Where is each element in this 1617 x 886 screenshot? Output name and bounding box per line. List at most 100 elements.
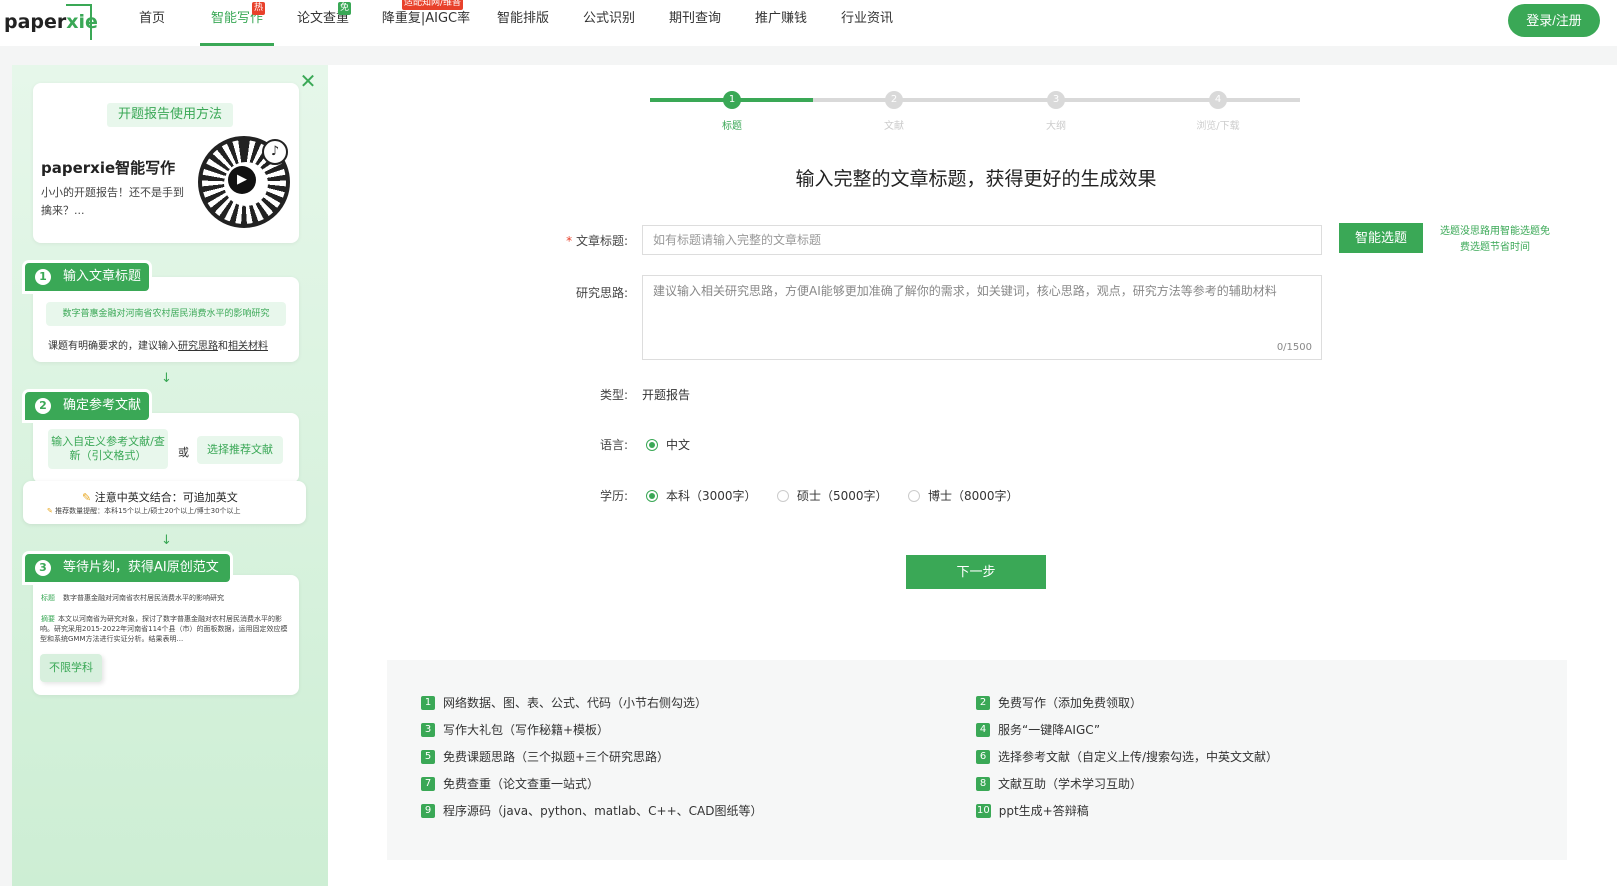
arrow-down-icon: ↓ <box>161 371 172 386</box>
title-input[interactable] <box>642 225 1322 255</box>
hot-badge: 热 <box>252 2 266 15</box>
benefit-item: 9 程序源码（java、python、matlab、C++、CAD图纸等） <box>421 802 763 819</box>
step-dot-4: 4 <box>1209 91 1227 109</box>
pencil-icon: ✎ <box>47 507 53 515</box>
benefit-item: 5 免费课题思路（三个拟题+三个研究思路） <box>421 748 669 765</box>
research-idea-textarea[interactable] <box>642 275 1322 360</box>
type-label: 类型: <box>599 388 628 402</box>
language-radio-chinese[interactable]: 中文 <box>646 436 690 453</box>
title-label-text: 文章标题: <box>575 234 628 248</box>
howto-tag[interactable]: 开题报告使用方法 <box>107 103 233 127</box>
degree-label: 学历: <box>599 489 628 503</box>
nav-item-smart-writing[interactable]: 智能写作热 <box>200 0 274 46</box>
radio-label: 中文 <box>666 438 691 452</box>
step-dot-1: 1 <box>723 91 741 109</box>
nav-label: 首页 <box>138 11 165 26</box>
benefit-item: 8 文献互助（学术学习互助） <box>976 775 1142 792</box>
radio-circle <box>646 489 658 502</box>
custom-reference-chip: 输入自定义参考文献/查新（引文格式） <box>48 429 168 469</box>
hint-mid: 和 <box>218 341 228 352</box>
note-sub-text: 推荐数量提醒：本科15个以上/硕士20个以上/博士30个以上 <box>55 507 241 515</box>
nav-item-plagiarism-check[interactable]: 论文查重免 <box>286 0 360 46</box>
step-dot-3: 3 <box>1047 91 1065 109</box>
nav-item-home[interactable]: 首页 <box>128 0 176 46</box>
smart-topic-tip[interactable]: 选题没思路用智能选题免费选题节省时间 <box>1436 224 1554 256</box>
brand-title: paperxie智能写作 <box>41 159 176 177</box>
type-value: 开题报告 <box>642 388 691 402</box>
required-mark: * <box>566 234 573 248</box>
radio-label: 本科（3000字） <box>666 489 757 503</box>
nav-label: 智能排版 <box>496 11 549 26</box>
benefit-number: 1 <box>421 695 435 710</box>
nav-item-formula-ocr[interactable]: 公式识别 <box>576 0 642 46</box>
title-label: * 文章标题: <box>528 232 628 249</box>
tiktok-icon: ♪ <box>262 139 288 165</box>
hint-materials: 相关材料 <box>228 341 268 352</box>
benefit-text: 免费查重（论文查重一站式） <box>443 777 600 791</box>
nav-label: 推广赚钱 <box>754 11 807 26</box>
radio-circle <box>646 438 658 451</box>
recommended-reference-chip: 选择推荐文献 <box>197 436 283 464</box>
benefit-item: 1 网络数据、图、表、公式、代码（小节右侧勾选） <box>421 694 707 711</box>
play-icon: ▶ <box>228 166 256 194</box>
benefit-text: 网络数据、图、表、公式、代码（小节右侧勾选） <box>443 696 708 710</box>
step-label-outline: 大纲 <box>1046 121 1066 132</box>
benefit-text: 免费课题思路（三个拟题+三个研究思路） <box>443 750 670 764</box>
degree-radio-doctor[interactable]: 博士（8000字） <box>908 487 1019 504</box>
benefit-number: 6 <box>976 749 990 764</box>
note-main-text: 注意中英文结合：可追加英文 <box>94 491 238 504</box>
nav-label: 公式识别 <box>582 11 635 26</box>
nav-item-affiliate[interactable]: 推广赚钱 <box>748 0 814 46</box>
logo-frame-icon <box>66 4 92 40</box>
benefit-number: 5 <box>421 749 435 764</box>
step1-number: 1 <box>35 269 51 285</box>
idea-label: 研究思路: <box>575 286 628 300</box>
benefit-item: 7 免费查重（论文查重一站式） <box>421 775 599 792</box>
quantity-note: ✎ 推荐数量提醒：本科15个以上/硕士20个以上/博士30个以上 <box>47 506 241 516</box>
radio-label: 硕士（5000字） <box>797 489 888 503</box>
step1-label: 输入文章标题 <box>63 269 142 284</box>
or-text: 或 <box>178 446 189 459</box>
cnki-badge: 适配知网/维普 <box>402 0 464 10</box>
next-step-button[interactable]: 下一步 <box>906 555 1046 589</box>
benefit-item: 6 选择参考文献（自定义上传/搜索勾选，中英文文献） <box>976 748 1278 765</box>
close-icon[interactable]: ✕ <box>298 71 318 92</box>
nav-item-news[interactable]: 行业资讯 <box>834 0 900 46</box>
step2-number: 2 <box>35 398 51 414</box>
hint-prefix: 课题有明确要求的，建议输入 <box>48 341 178 352</box>
degree-radio-master[interactable]: 硕士（5000字） <box>777 487 888 504</box>
nav-item-formatting[interactable]: 智能排版 <box>490 0 556 46</box>
step3-pill: 3 等待片刻，获得AI原创范文 <box>25 554 230 582</box>
nav-item-reduce-aigc[interactable]: 降重复|AIGC率 适配知网/维普 <box>372 0 480 46</box>
benefit-number: 2 <box>976 695 990 710</box>
step3-label: 等待片刻，获得AI原创范文 <box>63 560 219 575</box>
degree-radio-bachelor[interactable]: 本科（3000字） <box>646 487 757 504</box>
step-label-title: 标题 <box>722 121 742 132</box>
nav-item-journal-search[interactable]: 期刊查询 <box>662 0 728 46</box>
pencil-icon: ✎ <box>82 491 92 504</box>
step3-number: 3 <box>35 560 51 576</box>
step2-pill: 2 确定参考文献 <box>25 392 149 420</box>
step-dot-2: 2 <box>885 91 903 109</box>
radio-circle <box>908 489 920 502</box>
step1-pill: 1 输入文章标题 <box>25 263 149 291</box>
nav-label: 行业资讯 <box>840 11 893 26</box>
nav-label: 期刊查询 <box>668 11 721 26</box>
benefit-item: 2 免费写作（添加免费领取） <box>976 694 1142 711</box>
main-nav: 首页 智能写作热 论文查重免 降重复|AIGC率 适配知网/维普 智能排版 公式识… <box>128 0 900 46</box>
any-subject-tag: 不限学科 <box>40 654 102 682</box>
step1-hint: 课题有明确要求的，建议输入研究思路和相关材料 <box>48 337 268 352</box>
smart-topic-button[interactable]: 智能选题 <box>1339 223 1423 253</box>
free-badge: 免 <box>338 2 352 15</box>
language-note: ✎ 注意中英文结合：可追加英文 <box>82 489 238 505</box>
top-header: paper xie 首页 智能写作热 论文查重免 降重复|AIGC率 适配知网/维普… <box>0 0 1617 46</box>
radio-circle <box>777 489 789 502</box>
benefit-number: 3 <box>421 722 435 737</box>
benefit-text: 程序源码（java、python、matlab、C++、CAD图纸等） <box>443 804 763 818</box>
paperxie-logo[interactable]: paper xie <box>4 4 98 40</box>
login-register-button[interactable]: 登录/注册 <box>1508 4 1600 37</box>
benefit-number: 4 <box>976 722 990 737</box>
benefit-text: 写作大礼包（写作秘籍+模板） <box>443 723 610 737</box>
step2-label: 确定参考文献 <box>63 398 142 413</box>
benefit-text: 免费写作（添加免费领取） <box>998 696 1143 710</box>
